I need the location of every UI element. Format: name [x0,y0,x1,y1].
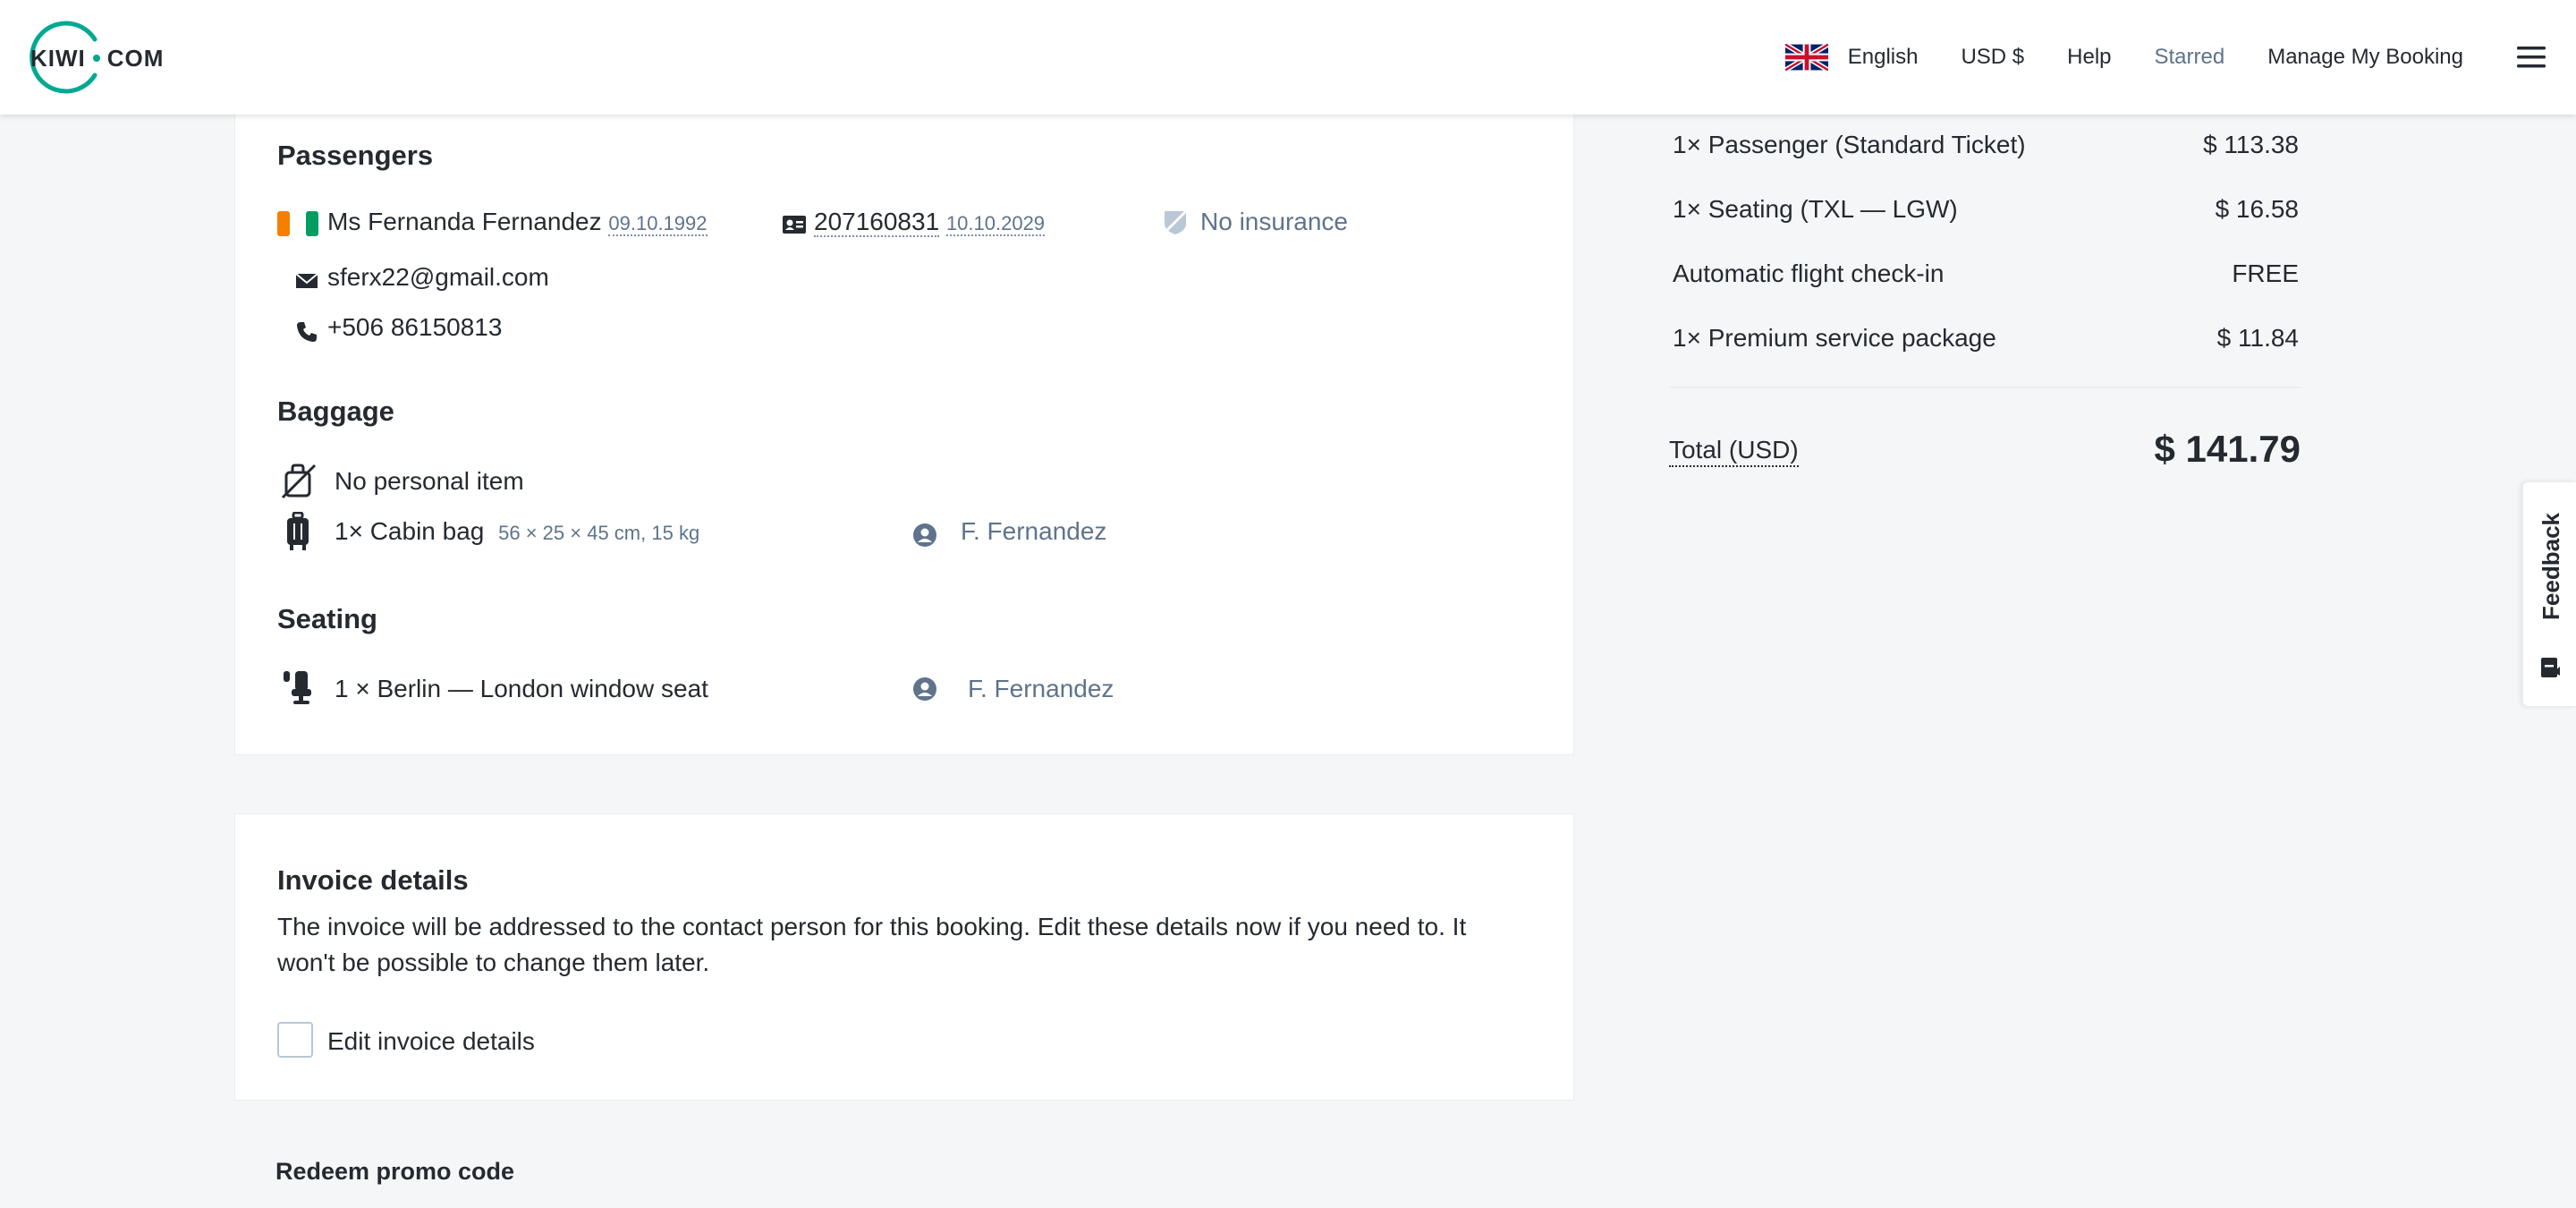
summary-label: 1× Passenger (Standard Ticket) [1673,131,2026,158]
summary-row-premium: 1× Premium service package $ 11.84 [1673,324,2299,353]
menu-icon[interactable] [2515,44,2547,71]
feedback-icon [2541,658,2560,677]
invoice-title: Invoice details [277,864,469,896]
summary-value: $ 11.84 [2216,324,2299,352]
seating-title: Seating [277,603,377,634]
starred-link[interactable]: Starred [2155,45,2225,70]
invoice-description-line-1: The invoice will be addressed to the con… [277,913,1467,940]
passengers-title: Passengers [277,140,434,171]
insurance-status: No insurance [1200,208,1348,235]
summary-divider [1669,387,2301,388]
passenger-email: sferx22@gmail.com [327,263,549,291]
passenger-name-text: Ms Fernanda Fernandez [327,208,602,235]
summary-label: 1× Premium service package [1673,324,1996,352]
total-price: $ 141.79 [2154,428,2301,470]
user-icon [913,523,936,547]
summary-label: Automatic flight check-in [1673,259,1945,287]
passenger-phone: +506 86150813 [327,313,503,341]
uk-flag-icon [1784,44,1828,71]
help-link[interactable]: Help [2067,45,2111,70]
summary-row-checkin: Automatic flight check-in FREE [1673,259,2299,288]
invoice-description-line-2: won't be possible to change them later. [277,949,710,976]
summary-label: 1× Seating (TXL — LGW) [1673,195,1958,223]
logo-wordmark: KIWI COM [30,45,164,72]
summary-value: FREE [2232,259,2299,287]
feedback-tab[interactable]: Feedback [2522,481,2576,707]
cabin-bag-icon [287,512,309,550]
feedback-label: Feedback [2538,513,2564,620]
currency-selector[interactable]: USD $ [1961,45,2024,70]
manage-booking-link[interactable]: Manage My Booking [2267,45,2463,70]
edit-invoice-checkbox[interactable] [277,1022,313,1058]
header-nav: English USD $ Help Starred Manage My Boo… [1742,0,2576,115]
redeem-promo-link[interactable]: Redeem promo code [275,1158,514,1186]
language-label: English [1847,45,1919,69]
summary-row-seating: 1× Seating (TXL — LGW) $ 16.58 [1673,195,2299,224]
cabin-bag-item: 1× Cabin bag 56 × 25 × 45 cm, 15 kg [335,517,699,546]
passenger-document: 207160831 10.10.2029 [814,208,1046,237]
passenger-birthdate: 09.10.1992 [608,212,708,236]
logo-text-com: COM [106,45,165,72]
user-icon [913,677,936,701]
booking-details-panel [234,98,1574,755]
cabin-bag-dimensions: 56 × 25 × 45 cm, 15 kg [498,522,700,544]
envelope-icon [295,273,318,288]
edit-invoice-label[interactable]: Edit invoice details [327,1027,535,1056]
seat-icon [284,671,311,704]
document-expiry: 10.10.2029 [945,212,1046,236]
baggage-title: Baggage [277,396,394,427]
personal-item-status: No personal item [335,467,524,495]
id-card-icon [783,216,806,234]
passenger-name: Ms Fernanda Fernandez 09.10.1992 [327,208,708,236]
cabin-bag-label: 1× Cabin bag [335,517,485,545]
seat-owner: F. Fernandez [968,675,1114,702]
no-insurance-icon [1163,209,1188,234]
seat-selection: 1 × Berlin — London window seat [335,675,708,702]
top-navigation-bar: KIWI COM English USD $ Help Starred Manag… [0,0,2576,115]
logo-text-kiwi: KIWI [30,45,86,72]
cabin-bag-owner: F. Fernandez [961,517,1107,545]
kiwi-logo[interactable]: KIWI COM [16,20,168,95]
total-label[interactable]: Total (USD) [1669,435,1799,467]
summary-value: $ 113.38 [2203,131,2299,158]
summary-value: $ 16.58 [2215,195,2299,223]
ivory-coast-flag-icon [277,211,318,236]
no-personal-item-icon [281,464,317,499]
summary-row-passenger: 1× Passenger (Standard Ticket) $ 113.38 [1673,131,2299,159]
logo-dot-icon [92,55,100,63]
language-selector[interactable]: English [1784,44,1919,71]
document-number: 207160831 [814,208,940,237]
phone-icon [297,322,317,342]
